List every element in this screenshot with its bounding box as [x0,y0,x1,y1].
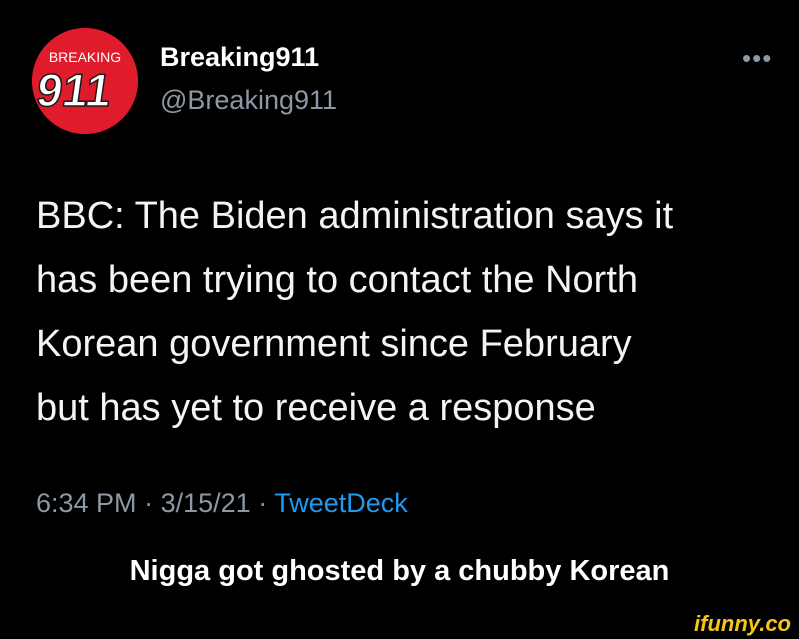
breaking911-logo-icon: BREAKING 911 [32,28,138,134]
more-horizontal-icon[interactable]: ••• [742,45,772,71]
avatar-top-text: BREAKING [49,49,121,65]
tweet-text-line: Korean government since February [36,323,632,365]
tweet-time[interactable]: 6:34 PM [36,488,137,518]
avatar-number-text: 911 [34,64,115,116]
handle[interactable]: @Breaking911 [160,85,337,116]
tweet-text-line: has been trying to contact the North [36,259,639,301]
avatar[interactable]: BREAKING 911 [32,28,138,134]
tweet-meta: 6:34 PM · 3/15/21 · TweetDeck [36,488,408,519]
tweet-date[interactable]: 3/15/21 [161,488,251,518]
footer-bar: ifunny.co [0,611,799,639]
meta-separator: · [144,488,154,518]
meme-caption: Nigga got ghosted by a chubby Korean [129,555,670,587]
tweet-source-link[interactable]: TweetDeck [274,488,408,518]
display-name[interactable]: Breaking911 [160,42,319,73]
ifunny-watermark: ifunny.co [694,611,791,636]
tweet-card: BREAKING 911 Breaking911 @Breaking911 ••… [0,0,799,550]
tweet-text: BBC: The Biden administration says it ha… [36,184,776,440]
tweet-text-line: but has yet to receive a response [36,387,596,429]
meta-separator: · [258,488,268,518]
tweet-text-line: BBC: The Biden administration says it [36,195,674,237]
